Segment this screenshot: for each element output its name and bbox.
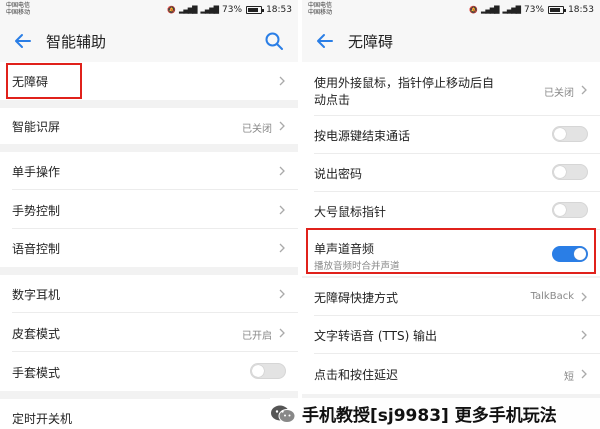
chevron-right-icon	[279, 328, 285, 338]
battery-percent: 73%	[524, 5, 545, 15]
settings-item-cover-mode[interactable]: 皮套模式 已开启	[0, 313, 298, 352]
item-label: 文字转语音 (TTS) 输出	[314, 329, 438, 343]
glove-mode-toggle[interactable]	[250, 363, 286, 379]
status-icons: 🔕 ▂▄▆█ ▂▄▆█ 73% 18:53	[167, 3, 292, 17]
item-value: 已关闭	[242, 124, 272, 135]
settings-item-tts-output[interactable]: 文字转语音 (TTS) 输出	[302, 316, 600, 354]
chevron-right-icon	[279, 121, 285, 131]
toggle-knob	[554, 128, 566, 140]
chevron-right-icon	[279, 205, 285, 215]
toggle-knob	[554, 166, 566, 178]
status-bar: 中国电信 中国移动 🔕 ▂▄▆█ ▂▄▆█ 73% 18:53	[0, 0, 298, 20]
settings-item-gesture[interactable]: 手势控制	[0, 190, 298, 229]
page-title: 无障碍	[348, 33, 394, 51]
carrier-2: 中国移动	[308, 9, 333, 16]
item-label: 大号鼠标指针	[314, 205, 387, 219]
mute-icon: 🔕	[167, 6, 176, 14]
clock: 18:53	[568, 5, 594, 15]
chevron-right-icon	[581, 292, 587, 302]
settings-item-one-hand[interactable]: 单手操作	[0, 152, 298, 190]
carrier-1: 中国电信	[308, 2, 333, 9]
carrier-1: 中国电信	[6, 2, 31, 9]
settings-item-accessibility-shortcut[interactable]: 无障碍快捷方式 TalkBack	[302, 278, 600, 316]
settings-item-digital-headset[interactable]: 数字耳机	[0, 275, 298, 313]
large-pointer-toggle[interactable]	[552, 202, 588, 218]
carrier-2: 中国移动	[6, 9, 31, 16]
settings-item-smart-screen[interactable]: 智能识屏 已关闭	[0, 108, 298, 144]
page-title: 智能辅助	[46, 33, 107, 51]
item-value: 已关闭	[544, 88, 574, 99]
app-bar: 智能辅助	[0, 20, 298, 62]
settings-item-scheduled-power[interactable]: 定时开关机	[0, 399, 298, 429]
chevron-right-icon	[581, 85, 587, 95]
toggle-knob	[554, 204, 566, 216]
item-label: 按电源键结束通话	[314, 129, 411, 143]
settings-item-auto-click[interactable]: 使用外接鼠标，指针停止移动后自 动点击 已关闭	[302, 62, 600, 116]
power-end-call-toggle[interactable]	[552, 126, 588, 142]
item-label: 说出密码	[314, 167, 363, 181]
chevron-right-icon	[279, 243, 285, 253]
wechat-icon	[271, 405, 296, 423]
item-label: 无障碍快捷方式	[314, 291, 399, 305]
left-screen: 中国电信 中国移动 🔕 ▂▄▆█ ▂▄▆█ 73% 18:53 智能辅助 无障碍	[0, 0, 298, 429]
item-label: 智能识屏	[12, 120, 61, 134]
settings-item-voice[interactable]: 语音控制	[0, 229, 298, 267]
watermark: 手机教授[sj9983] 更多手机玩法	[270, 398, 600, 429]
item-label: 手势控制	[12, 204, 61, 218]
item-label-line2: 动点击	[314, 93, 351, 107]
battery-percent: 73%	[222, 5, 243, 15]
chevron-right-icon	[279, 76, 285, 86]
item-label: 数字耳机	[12, 288, 61, 302]
item-label: 定时开关机	[12, 412, 73, 426]
item-label: 单手操作	[12, 165, 61, 179]
mute-icon: 🔕	[469, 6, 478, 14]
signal-icon: ▂▄▆█	[480, 6, 500, 14]
app-bar: 无障碍	[302, 20, 600, 62]
highlight-box	[6, 63, 82, 99]
settings-item-touch-hold-delay[interactable]: 点击和按住延迟 短	[302, 354, 600, 394]
item-label-line1: 使用外接鼠标，指针停止移动后自	[314, 76, 495, 90]
status-bar: 中国电信 中国移动 🔕 ▂▄▆█ ▂▄▆█ 73% 18:53	[302, 0, 600, 20]
item-label: 皮套模式	[12, 327, 61, 341]
item-value: TalkBack	[530, 291, 574, 302]
settings-item-speak-password[interactable]: 说出密码	[302, 154, 600, 192]
settings-item-power-end-call[interactable]: 按电源键结束通话	[302, 116, 600, 154]
chevron-right-icon	[279, 289, 285, 299]
chevron-right-icon	[279, 166, 285, 176]
signal-icon-2: ▂▄▆█	[502, 6, 522, 14]
settings-item-glove-mode[interactable]: 手套模式	[0, 352, 298, 391]
item-value: 已开启	[242, 331, 272, 342]
settings-item-large-pointer[interactable]: 大号鼠标指针	[302, 192, 600, 230]
carrier-info: 中国电信 中国移动	[6, 2, 30, 16]
speak-password-toggle[interactable]	[552, 164, 588, 180]
battery-icon	[246, 6, 265, 14]
back-arrow-icon[interactable]	[12, 30, 34, 52]
chevron-right-icon	[581, 330, 587, 340]
item-label: 点击和按住延迟	[314, 368, 399, 382]
right-screen: 中国电信 中国移动 🔕 ▂▄▆█ ▂▄▆█ 73% 18:53 无障碍 使用外接…	[302, 0, 600, 429]
search-icon[interactable]	[264, 31, 284, 51]
highlight-box	[306, 228, 596, 274]
battery-icon	[548, 6, 567, 14]
signal-icon-2: ▂▄▆█	[200, 6, 220, 14]
item-value: 短	[564, 372, 574, 383]
clock: 18:53	[266, 5, 292, 15]
item-label: 手套模式	[12, 366, 61, 380]
carrier-info: 中国电信 中国移动	[308, 2, 332, 16]
back-arrow-icon[interactable]	[314, 30, 336, 52]
watermark-text: 手机教授[sj9983] 更多手机玩法	[302, 406, 557, 426]
item-label: 语音控制	[12, 242, 61, 256]
status-icons: 🔕 ▂▄▆█ ▂▄▆█ 73% 18:53	[469, 3, 594, 17]
toggle-knob	[252, 365, 264, 377]
chevron-right-icon	[581, 369, 587, 379]
signal-icon: ▂▄▆█	[178, 6, 198, 14]
